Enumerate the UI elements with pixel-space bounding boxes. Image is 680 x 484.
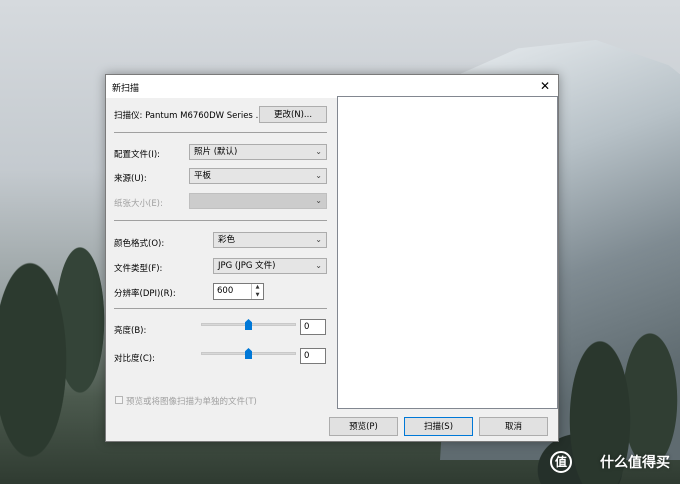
- source-value: 平板: [194, 171, 212, 181]
- contrast-slider-thumb[interactable]: [245, 348, 252, 359]
- watermark-logo-icon: 值: [550, 451, 572, 473]
- chevron-down-icon: ⌄: [315, 261, 322, 270]
- contrast-input[interactable]: 0: [300, 348, 326, 364]
- cancel-button[interactable]: 取消: [479, 417, 548, 436]
- file-type-select[interactable]: JPG (JPG 文件) ⌄: [213, 258, 327, 274]
- separator: [114, 308, 327, 309]
- separator: [114, 132, 327, 133]
- brightness-slider-thumb[interactable]: [245, 319, 252, 330]
- spin-down-icon[interactable]: ▼: [252, 292, 263, 300]
- separate-files-checkbox: [115, 396, 123, 404]
- color-format-select[interactable]: 彩色 ⌄: [213, 232, 327, 248]
- chevron-down-icon: ⌄: [315, 235, 322, 244]
- scan-preview-pane: [337, 96, 558, 409]
- title-bar: 新扫描 ✕: [106, 75, 558, 98]
- brightness-label: 亮度(B):: [114, 326, 147, 336]
- brightness-input[interactable]: 0: [300, 319, 326, 335]
- resolution-spinner[interactable]: 600 ▲ ▼: [213, 283, 264, 300]
- chevron-down-icon: ⌄: [315, 147, 322, 156]
- close-icon[interactable]: ✕: [532, 75, 558, 98]
- paper-size-select: ⌄: [189, 193, 327, 209]
- chevron-down-icon: ⌄: [315, 196, 322, 205]
- scanner-label: 扫描仪: Pantum M6760DW Series ...: [114, 111, 264, 121]
- file-type-label: 文件类型(F):: [114, 264, 163, 274]
- file-type-value: JPG (JPG 文件): [218, 261, 276, 271]
- source-select[interactable]: 平板 ⌄: [189, 168, 327, 184]
- scan-button[interactable]: 扫描(S): [404, 417, 473, 436]
- contrast-label: 对比度(C):: [114, 354, 155, 364]
- dialog-title: 新扫描: [112, 84, 140, 94]
- source-label: 来源(U):: [114, 174, 147, 184]
- new-scan-dialog: 新扫描 ✕ 扫描仪: Pantum M6760DW Series ... 更改(…: [105, 74, 559, 442]
- separate-files-label: 预览或将图像扫描为单独的文件(T): [126, 397, 257, 407]
- preview-button[interactable]: 预览(P): [329, 417, 398, 436]
- color-format-value: 彩色: [218, 235, 236, 245]
- watermark-text: 什么值得买: [600, 455, 670, 471]
- profile-label: 配置文件(I):: [114, 150, 161, 160]
- profile-value: 照片 (默认): [194, 147, 238, 157]
- chevron-down-icon: ⌄: [315, 171, 322, 180]
- profile-select[interactable]: 照片 (默认) ⌄: [189, 144, 327, 160]
- spinner-arrows: ▲ ▼: [251, 284, 263, 299]
- separator: [114, 220, 327, 221]
- change-scanner-button[interactable]: 更改(N)...: [259, 106, 327, 123]
- spin-up-icon[interactable]: ▲: [252, 284, 263, 292]
- resolution-value: 600: [217, 286, 234, 296]
- resolution-label: 分辨率(DPI)(R):: [114, 289, 176, 299]
- color-format-label: 颜色格式(O):: [114, 239, 165, 249]
- paper-size-label: 纸张大小(E):: [114, 199, 163, 209]
